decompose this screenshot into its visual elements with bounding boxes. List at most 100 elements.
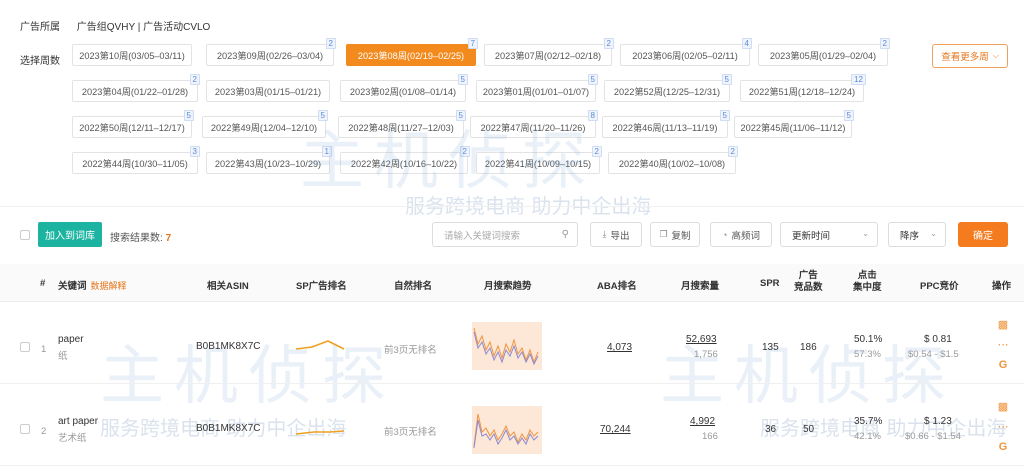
week-chip-label: 2023第07周(02/12–02/18) xyxy=(494,51,602,61)
data-explain-link[interactable]: 数据解释 xyxy=(91,281,127,291)
col-spr: SPR xyxy=(760,278,780,289)
col-ppc: PPC竞价 xyxy=(920,281,959,292)
week-chip[interactable]: 2022第47周(11/20–11/26) 8 xyxy=(470,110,598,138)
week-count-badge: 7 xyxy=(467,38,478,49)
monthly-search-volume[interactable]: 4,992 xyxy=(690,416,715,427)
result-count: 搜索结果数: 7 xyxy=(110,233,172,244)
confirm-button[interactable]: 确定 xyxy=(958,222,1008,247)
week-chip-label: 2022第44周(10/30–11/05) xyxy=(82,159,188,169)
col-keyword: 关键词 数据解释 xyxy=(58,281,127,292)
week-chip[interactable]: 2023第04周(01/22–01/28) 2 xyxy=(72,74,200,102)
ppc-bid: $ 0.81 xyxy=(924,334,952,345)
bar-chart-icon[interactable]: ▩ xyxy=(997,400,1009,413)
week-chip-label: 2022第46周(11/13–11/19) xyxy=(612,123,718,133)
table-row: 2 art paper 艺术纸 B0B1MK8X7C 前3页无排名 70,244… xyxy=(0,394,1024,466)
week-select-label: 选择周数 xyxy=(20,56,60,67)
keyword-translation: 纸 xyxy=(58,351,68,362)
chevron-down-icon: ⌄ xyxy=(930,229,937,238)
week-count-badge: 5 xyxy=(455,110,466,121)
week-chip-label: 2023第03周(01/15–01/21) xyxy=(214,87,322,97)
week-chip[interactable]: 2023第09周(02/26–03/04) 2 xyxy=(206,38,336,66)
bar-chart-icon[interactable]: ▩ xyxy=(997,318,1009,331)
week-chip[interactable]: 2022第50周(12/11–12/17) 5 xyxy=(72,110,194,138)
week-chip[interactable]: 2022第43周(10/23–10/29) 1 xyxy=(206,146,332,174)
click-concentration: 35.7% xyxy=(854,416,883,427)
row-index: 2 xyxy=(41,426,47,437)
add-to-library-button[interactable]: 加入到词库 xyxy=(38,222,102,247)
spr-value: 36 xyxy=(765,424,777,435)
keyword-link[interactable]: paper xyxy=(58,334,84,345)
monthly-search-sub: 166 xyxy=(702,431,718,442)
col-aba-rank: ABA排名 xyxy=(597,281,637,292)
ppc-range: $0.54 - $1.5 xyxy=(908,349,959,360)
more-weeks-button[interactable]: 查看更多周 ⌵ xyxy=(932,44,1008,68)
spr-value: 135 xyxy=(762,342,779,353)
week-count-badge: 5 xyxy=(719,110,730,121)
week-chip[interactable]: 2023第03周(01/15–01/21) xyxy=(206,80,330,102)
week-chip[interactable]: 2023第06周(02/05–02/11) 4 xyxy=(620,38,752,66)
aba-rank[interactable]: 70,244 xyxy=(600,424,631,435)
monthly-search-volume[interactable]: 52,693 xyxy=(686,334,717,345)
week-chip-label: 2022第45周(11/06–11/12) xyxy=(740,123,846,133)
ppc-bid: $ 1.23 xyxy=(924,416,952,427)
sort-field-select[interactable]: 更新时间 ⌄ xyxy=(780,222,878,247)
hot-words-button[interactable]: ◔ 高频词 xyxy=(710,222,772,247)
sort-order-select[interactable]: 降序 ⌄ xyxy=(888,222,946,247)
select-all-checkbox[interactable] xyxy=(20,230,30,240)
more-icon[interactable]: ⋯ xyxy=(997,420,1009,433)
week-chip-label: 2023第02周(01/08–01/14) xyxy=(349,87,457,97)
monthly-search-sub: 1,756 xyxy=(694,349,718,360)
week-chip[interactable]: 2022第40周(10/02–10/08) 2 xyxy=(608,146,738,174)
week-chip-label: 2022第48周(11/27–12/03) xyxy=(348,123,454,133)
week-chip[interactable]: 2022第49周(12/04–12/10) 5 xyxy=(202,110,328,138)
week-chip-label: 2022第50周(12/11–12/17) xyxy=(79,123,185,133)
week-count-badge: 3 xyxy=(189,146,200,157)
week-count-badge: 2 xyxy=(325,38,336,49)
keyword-link[interactable]: art paper xyxy=(58,416,98,427)
chevron-down-icon: ⌵ xyxy=(992,51,999,60)
week-chip[interactable]: 2022第51周(12/18–12/24) 12 xyxy=(740,74,866,102)
week-chip[interactable]: 2022第44周(10/30–11/05) 3 xyxy=(72,146,200,174)
table-header: # 关键词 数据解释 相关ASIN SP广告排名 自然排名 月搜索趋势 ABA排名… xyxy=(0,264,1024,302)
ad-owner-value: 广告组QVHY | 广告活动CVLO xyxy=(76,22,211,33)
col-sp-rank: SP广告排名 xyxy=(296,281,347,292)
week-chip[interactable]: 2023第08周(02/19–02/25) 7 xyxy=(346,38,478,66)
week-chip[interactable]: 2023第05周(01/29–02/04) 2 xyxy=(758,38,890,66)
week-chip-label: 2022第43周(10/23–10/29) xyxy=(214,159,322,169)
week-chip[interactable]: 2022第52周(12/25–12/31) 5 xyxy=(604,74,732,102)
sp-rank-sparkline xyxy=(295,340,345,350)
search-icon[interactable]: ⚲ xyxy=(562,229,569,240)
col-asin: 相关ASIN xyxy=(207,281,249,292)
week-chip-label: 2023第08周(02/19–02/25) xyxy=(357,51,465,61)
week-chip[interactable]: 2022第46周(11/13–11/19) 5 xyxy=(602,110,730,138)
week-count-badge: 1 xyxy=(321,146,332,157)
keyword-search-input[interactable]: 请输入关键词搜索 ⚲ xyxy=(432,222,578,247)
asin-link[interactable]: B0B1MK8X7C xyxy=(196,341,260,352)
row-checkbox[interactable] xyxy=(20,342,30,352)
week-count-badge: 12 xyxy=(851,74,866,85)
row-checkbox[interactable] xyxy=(20,424,30,434)
week-chip[interactable]: 2022第45周(11/06–11/12) 5 xyxy=(734,110,854,138)
week-chip[interactable]: 2023第01周(01/01–01/07) 5 xyxy=(476,74,598,102)
week-chip[interactable]: 2023第10周(03/05–03/11) xyxy=(72,44,192,66)
copy-button[interactable]: ❐ 复制 xyxy=(650,222,700,247)
google-icon[interactable]: G xyxy=(997,359,1009,371)
week-chip[interactable]: 2022第42周(10/16–10/22) 2 xyxy=(340,146,470,174)
export-button[interactable]: ⤓ 导出 xyxy=(590,222,642,247)
ad-products-count: 186 xyxy=(800,342,817,353)
toolbar: 加入到词库 搜索结果数: 7 请输入关键词搜索 ⚲ ⤓ 导出 ❐ 复制 ◔ 高频词 更… xyxy=(0,220,1024,250)
natural-rank-text: 前3页无排名 xyxy=(384,427,437,438)
asin-link[interactable]: B0B1MK8X7C xyxy=(196,423,260,434)
week-chip[interactable]: 2022第41周(10/09–10/15) 2 xyxy=(476,146,602,174)
more-icon[interactable]: ⋯ xyxy=(997,338,1009,351)
monthly-trend-chart xyxy=(472,406,542,454)
week-chip[interactable]: 2023第07周(02/12–02/18) 2 xyxy=(484,38,614,66)
week-count-badge: 5 xyxy=(587,74,598,85)
week-count-badge: 2 xyxy=(603,38,614,49)
week-chip[interactable]: 2023第02周(01/08–01/14) 5 xyxy=(340,74,468,102)
ppc-range: $0.66 - $1.54 xyxy=(905,431,961,442)
google-icon[interactable]: G xyxy=(997,441,1009,453)
week-count-badge: 5 xyxy=(457,74,468,85)
week-chip[interactable]: 2022第48周(11/27–12/03) 5 xyxy=(338,110,466,138)
aba-rank[interactable]: 4,073 xyxy=(607,342,632,353)
